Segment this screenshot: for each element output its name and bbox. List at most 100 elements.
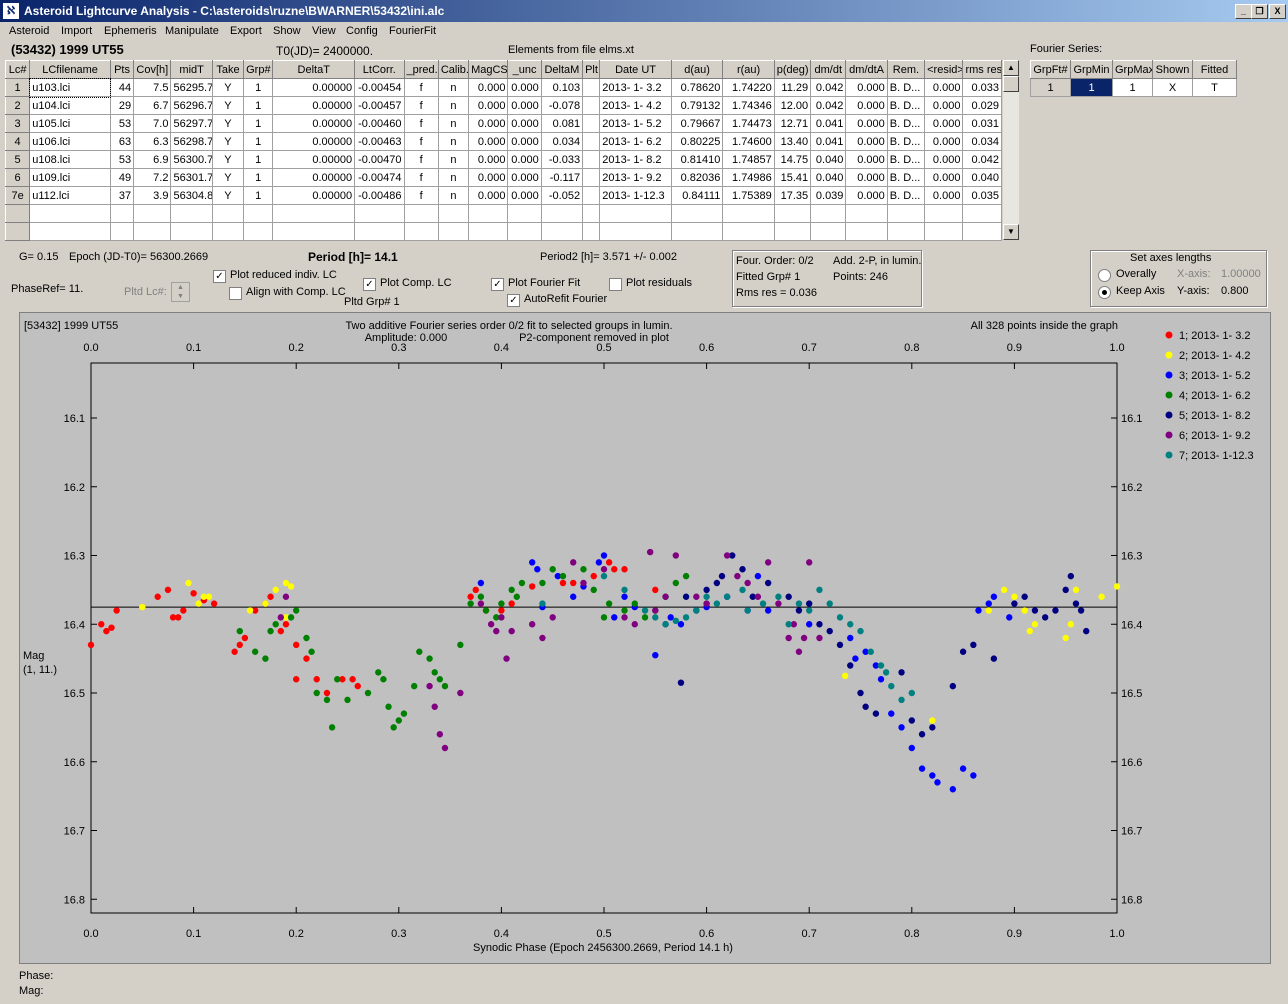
row-header[interactable]: 7e: [4, 186, 31, 205]
table-cell[interactable]: Y: [211, 114, 245, 133]
table-cell[interactable]: 0.000: [924, 186, 964, 205]
table-cell[interactable]: 14.75: [773, 150, 812, 169]
empty-cell[interactable]: [133, 222, 172, 241]
table-cell[interactable]: 2013- 1- 6.2: [599, 132, 672, 151]
autorefit-checkbox[interactable]: ✓: [507, 294, 520, 307]
row-header[interactable]: 2: [4, 96, 31, 115]
table-cell[interactable]: 17.35: [773, 186, 812, 205]
row-header[interactable]: 1: [4, 78, 31, 97]
table-row[interactable]: 2 u104.lci 29 6.7 56296.7 Y 1 0.00000 -0.00457 f n…: [4, 96, 1002, 115]
empty-cell[interactable]: [962, 204, 1002, 223]
table-cell[interactable]: Y: [211, 132, 245, 151]
table-cell[interactable]: 0.000: [507, 150, 542, 169]
table-cell[interactable]: 1.74473: [722, 114, 775, 133]
table-cell[interactable]: -0.117: [540, 168, 584, 187]
table-row[interactable]: 1 u103.lci 44 7.5 56295.7 Y 1 0.00000 -0.00454 f n…: [4, 77, 1002, 98]
empty-cell[interactable]: [437, 222, 470, 241]
table-cell[interactable]: u104.lci: [29, 96, 111, 115]
table-cell[interactable]: 0.00000: [272, 114, 356, 133]
table-cell[interactable]: 0.040: [962, 168, 1002, 187]
table-cell[interactable]: 1: [243, 78, 274, 97]
menu-config[interactable]: Config: [346, 25, 378, 37]
table-cell[interactable]: -0.00460: [354, 114, 405, 133]
fourier-cell-grpmin[interactable]: 1: [1070, 78, 1113, 97]
table-cell[interactable]: 11.29: [773, 78, 812, 97]
table-cell[interactable]: 1.74857: [722, 150, 775, 169]
table-cell[interactable]: 1: [243, 114, 274, 133]
table-cell[interactable]: 0.000: [468, 96, 509, 115]
fourier-cell-shown[interactable]: X: [1152, 78, 1193, 97]
table-cell[interactable]: Y: [211, 150, 245, 169]
table-cell[interactable]: [582, 150, 601, 169]
table-cell[interactable]: 0.042: [962, 150, 1002, 169]
table-cell[interactable]: 49: [109, 168, 135, 187]
empty-cell[interactable]: [773, 222, 812, 241]
table-cell[interactable]: 2013- 1- 9.2: [599, 168, 672, 187]
empty-cell[interactable]: [924, 222, 964, 241]
table-cell[interactable]: n: [437, 96, 470, 115]
table-cell[interactable]: 0.00000: [272, 78, 356, 97]
table-cell[interactable]: 1.74346: [722, 96, 775, 115]
table-cell[interactable]: B. D...: [886, 114, 926, 133]
table-cell[interactable]: 0.081: [540, 114, 584, 133]
table-cell[interactable]: n: [437, 150, 470, 169]
empty-cell[interactable]: [468, 222, 509, 241]
empty-cell[interactable]: [29, 204, 111, 223]
empty-cell[interactable]: [170, 204, 213, 223]
table-cell[interactable]: 0.000: [845, 150, 888, 169]
table-cell[interactable]: Y: [211, 78, 245, 97]
table-cell[interactable]: u109.lci: [29, 168, 111, 187]
empty-cell[interactable]: [540, 204, 584, 223]
table-cell[interactable]: -0.00454: [354, 78, 405, 97]
table-cell[interactable]: n: [437, 132, 470, 151]
empty-cell[interactable]: [670, 204, 724, 223]
table-cell[interactable]: f: [403, 78, 439, 97]
table-cell[interactable]: 6.7: [133, 96, 172, 115]
table-cell[interactable]: 0.000: [507, 114, 542, 133]
table-cell[interactable]: 1: [243, 96, 274, 115]
table-cell[interactable]: 56297.7: [170, 114, 213, 133]
table-cell[interactable]: -0.00470: [354, 150, 405, 169]
close-button[interactable]: X: [1269, 4, 1286, 19]
lightcurve-chart[interactable]: [53432] 1999 UT55 Two additive Fourier s…: [20, 313, 1270, 963]
table-cell[interactable]: 0.000: [924, 96, 964, 115]
table-cell[interactable]: 0.041: [810, 132, 847, 151]
table-cell[interactable]: 2013- 1- 4.2: [599, 96, 672, 115]
table-cell[interactable]: 7.0: [133, 114, 172, 133]
menu-export[interactable]: Export: [230, 25, 262, 37]
table-cell[interactable]: 0.000: [924, 114, 964, 133]
empty-cell[interactable]: [810, 204, 847, 223]
table-cell[interactable]: 63: [109, 132, 135, 151]
table-cell[interactable]: [582, 168, 601, 187]
empty-cell[interactable]: [924, 204, 964, 223]
table-cell[interactable]: u106.lci: [29, 132, 111, 151]
table-cell[interactable]: n: [437, 168, 470, 187]
menu-show[interactable]: Show: [273, 25, 301, 37]
table-cell[interactable]: 0.000: [507, 96, 542, 115]
table-cell[interactable]: 1.74986: [722, 168, 775, 187]
spin-down-icon[interactable]: ▼: [172, 292, 189, 301]
table-cell[interactable]: 3.9: [133, 186, 172, 205]
empty-cell[interactable]: [354, 204, 405, 223]
table-cell[interactable]: 0.000: [845, 114, 888, 133]
table-cell[interactable]: 12.71: [773, 114, 812, 133]
table-cell[interactable]: Y: [211, 96, 245, 115]
table-cell[interactable]: 0.81410: [670, 150, 724, 169]
table-cell[interactable]: 2013- 1-12.3: [599, 186, 672, 205]
table-cell[interactable]: 0.78620: [670, 78, 724, 97]
table-cell[interactable]: [582, 78, 601, 97]
table-cell[interactable]: 15.41: [773, 168, 812, 187]
table-cell[interactable]: 0.034: [962, 132, 1002, 151]
table-cell[interactable]: 0.82036: [670, 168, 724, 187]
keep-axis-radio[interactable]: [1098, 286, 1111, 299]
table-cell[interactable]: -0.078: [540, 96, 584, 115]
empty-cell[interactable]: [773, 204, 812, 223]
empty-cell[interactable]: [962, 222, 1002, 241]
plot-residuals-checkbox[interactable]: [609, 278, 622, 291]
table-cell[interactable]: f: [403, 168, 439, 187]
table-cell[interactable]: 1.74600: [722, 132, 775, 151]
empty-cell[interactable]: [109, 204, 135, 223]
table-cell[interactable]: 0.00000: [272, 132, 356, 151]
table-cell[interactable]: 1.74220: [722, 78, 775, 97]
empty-row[interactable]: [4, 204, 1002, 223]
